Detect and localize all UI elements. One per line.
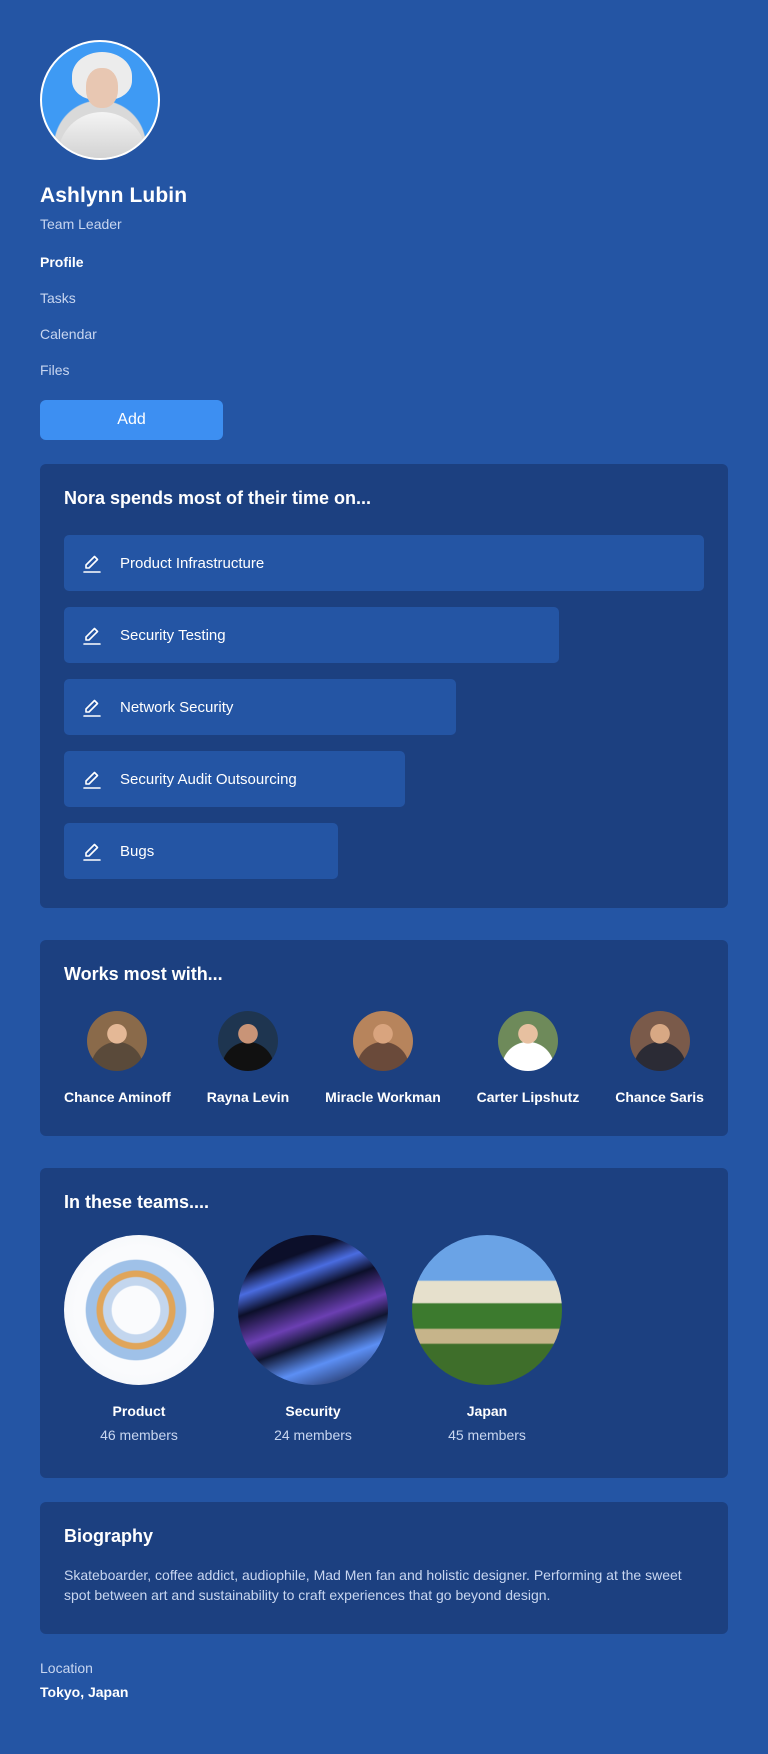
nav-item-files[interactable]: Files bbox=[40, 362, 728, 398]
person-name: Rayna Levin bbox=[206, 1089, 290, 1105]
time-bar-label: Security Testing bbox=[120, 626, 226, 644]
time-bar-label: Product Infrastructure bbox=[120, 554, 265, 572]
profile-role: Team Leader bbox=[40, 216, 122, 232]
person-avatar bbox=[629, 1011, 690, 1071]
time-bar-item[interactable]: Security Testing bbox=[64, 607, 559, 663]
pencil-icon bbox=[83, 699, 101, 717]
person-name: Carter Lipshutz bbox=[476, 1089, 580, 1105]
team-item[interactable]: Product 46 members bbox=[64, 1235, 214, 1443]
time-bar-label: Network Security bbox=[120, 698, 234, 716]
add-button[interactable]: Add bbox=[40, 400, 223, 440]
location-value: Tokyo, Japan bbox=[40, 1684, 129, 1700]
person-name: Chance Saris bbox=[615, 1089, 704, 1105]
person-avatar bbox=[352, 1011, 413, 1071]
person-item[interactable]: Miracle Workman bbox=[325, 1011, 441, 1105]
team-item[interactable]: Security 24 members bbox=[238, 1235, 388, 1443]
team-name: Security bbox=[285, 1403, 341, 1419]
person-name: Chance Aminoff bbox=[64, 1089, 171, 1105]
pencil-icon bbox=[83, 627, 101, 645]
people-list: Chance Aminoff Rayna Levin Miracle Workm… bbox=[64, 1011, 704, 1105]
biography-card: Biography Skateboarder, coffee addict, a… bbox=[40, 1502, 728, 1634]
nav-item-profile[interactable]: Profile bbox=[40, 254, 728, 290]
location-label: Location bbox=[40, 1660, 93, 1676]
profile-nav: Profile Tasks Calendar Files bbox=[40, 254, 728, 398]
biography-title: Biography bbox=[64, 1526, 154, 1546]
teams-title: In these teams.... bbox=[64, 1192, 210, 1212]
team-image bbox=[64, 1235, 214, 1385]
person-avatar bbox=[217, 1011, 278, 1071]
teams-list: Product 46 members Security 24 members J… bbox=[64, 1235, 704, 1443]
time-bar-label: Security Audit Outsourcing bbox=[120, 770, 297, 788]
person-item[interactable]: Chance Aminoff bbox=[64, 1011, 171, 1105]
time-spent-list: Product Infrastructure Security Testing … bbox=[64, 535, 704, 879]
nav-item-tasks[interactable]: Tasks bbox=[40, 290, 728, 326]
time-bar-item[interactable]: Network Security bbox=[64, 679, 456, 735]
avatar bbox=[40, 40, 160, 160]
person-item[interactable]: Carter Lipshutz bbox=[476, 1011, 580, 1105]
person-avatar bbox=[87, 1011, 148, 1071]
team-members: 45 members bbox=[448, 1427, 526, 1443]
team-image bbox=[238, 1235, 388, 1385]
works-with-title: Works most with... bbox=[64, 964, 223, 984]
pencil-icon bbox=[83, 771, 101, 789]
time-spent-title: Nora spends most of their time on... bbox=[64, 488, 372, 508]
time-spent-card: Nora spends most of their time on... Pro… bbox=[40, 464, 728, 908]
team-members: 24 members bbox=[274, 1427, 352, 1443]
team-members: 46 members bbox=[100, 1427, 178, 1443]
team-image bbox=[412, 1235, 562, 1385]
biography-text: Skateboarder, coffee addict, audiophile,… bbox=[64, 1567, 682, 1603]
person-name: Miracle Workman bbox=[325, 1089, 441, 1105]
person-item[interactable]: Chance Saris bbox=[615, 1011, 704, 1105]
pencil-icon bbox=[83, 843, 101, 861]
time-bar-item[interactable]: Security Audit Outsourcing bbox=[64, 751, 405, 807]
profile-page: Ashlynn Lubin Team Leader Profile Tasks … bbox=[0, 0, 768, 1754]
team-item[interactable]: Japan 45 members bbox=[412, 1235, 562, 1443]
person-avatar bbox=[498, 1011, 558, 1071]
person-item[interactable]: Rayna Levin bbox=[207, 1011, 289, 1105]
pencil-icon bbox=[83, 555, 101, 573]
works-with-card: Works most with... Chance Aminoff Rayna … bbox=[40, 940, 728, 1136]
nav-item-calendar[interactable]: Calendar bbox=[40, 326, 728, 362]
team-name: Product bbox=[112, 1403, 166, 1419]
teams-card: In these teams.... Product 46 members Se… bbox=[40, 1168, 728, 1478]
team-name: Japan bbox=[466, 1403, 508, 1419]
time-bar-item[interactable]: Product Infrastructure bbox=[64, 535, 704, 591]
time-bar-label: Bugs bbox=[120, 842, 155, 860]
profile-name: Ashlynn Lubin bbox=[40, 184, 188, 207]
time-bar-item[interactable]: Bugs bbox=[64, 823, 338, 879]
